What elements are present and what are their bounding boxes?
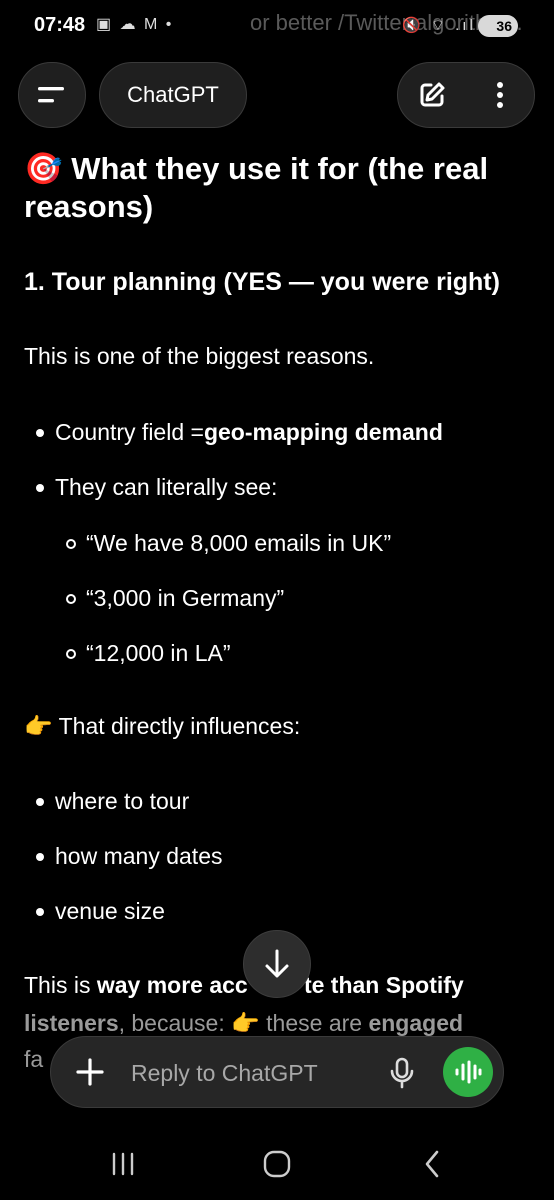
closing-bold: te than Spotify [303,972,464,998]
sub-list-item: “3,000 in Germany” [66,585,284,612]
attach-button[interactable] [73,1055,107,1089]
list-item-text: venue size [55,898,165,924]
recent-apps-button[interactable] [93,1144,153,1184]
closing-text: these are [259,1010,369,1036]
edit-icon [420,82,445,107]
voice-mode-button[interactable] [443,1047,493,1097]
new-chat-button[interactable] [407,70,457,120]
model-selector[interactable]: ChatGPT [99,62,247,128]
bullet-icon [36,428,44,437]
list-item-text: They can literally see: [55,474,278,500]
sub-bullet-icon [66,538,76,549]
influence-text: That directly influences: [52,713,301,739]
bullet-icon [36,483,44,492]
list-item: venue size [36,898,165,925]
sub-list-item-text: “We have 8,000 emails in UK” [86,530,392,556]
sub-bullet-icon [66,593,76,604]
arrow-down-icon [265,949,289,978]
system-navigation-bar [0,1130,554,1200]
closing-paragraph-line1: This is way more accuratete than Spotify [24,972,464,999]
more-vertical-icon [497,82,503,108]
menu-button[interactable] [18,62,86,128]
list-item-text: where to tour [55,788,190,814]
battery-level: 36 [496,18,512,34]
app-title: ChatGPT [127,82,219,107]
list-item: how many dates [36,843,222,870]
signal-icons: 🔇 ⌔ .ıl [402,17,476,34]
closing-text: , because: [118,1010,232,1036]
plus-icon [76,1058,104,1086]
closing-bold: engaged [368,1010,464,1036]
subsection-title: 1. Tour planning (YES — you were right) [24,268,500,296]
list-item-text: Country field = [55,419,204,445]
section-heading: 🎯 What they use it for (the real reasons… [24,150,536,226]
closing-paragraph-line3: fa [24,1046,44,1072]
home-button[interactable] [247,1144,307,1184]
microphone-icon [390,1057,414,1089]
recent-apps-icon [112,1152,134,1176]
sub-list-item-text: “3,000 in Germany” [86,585,285,611]
intro-paragraph: This is one of the biggest reasons. [24,343,375,369]
sub-bullet-icon [66,648,76,659]
bullet-icon [36,797,44,806]
composer [50,1036,504,1108]
list-item: Country field = geo-mapping demand [36,419,443,446]
closing-bold: way more acc [96,972,248,998]
more-options-button[interactable] [475,70,525,120]
notification-icons: ▣ ☁ M • [96,16,174,33]
status-bar: or better /Twitter algorithms. 07:48 ▣ ☁… [0,0,554,52]
bullet-icon [36,852,44,861]
back-button[interactable] [402,1144,462,1184]
closing-text: This is [24,972,97,998]
clock: 07:48 [34,14,86,36]
sub-list-item: “We have 8,000 emails in UK” [66,530,391,557]
dictation-button[interactable] [385,1055,419,1091]
influence-line: 👉 That directly influences: [24,713,300,740]
bullet-icon [36,907,44,916]
list-item-bold: geo-mapping demand [203,419,443,445]
target-emoji-icon: 🎯 [24,151,63,186]
pointing-hand-icon: 👉 [231,1010,260,1036]
menu-icon [38,87,64,103]
scroll-to-bottom-button[interactable] [243,930,311,998]
sub-list-item: “12,000 in LA” [66,640,230,667]
voice-waveform-icon [455,1060,482,1084]
home-icon [263,1150,291,1178]
list-item: They can literally see: [36,474,277,501]
assistant-message: 🎯 What they use it for (the real reasons… [24,150,536,226]
list-item: where to tour [36,788,189,815]
list-item-text: how many dates [55,843,223,869]
message-input[interactable] [129,1051,373,1095]
closing-bold: listeners [24,1010,119,1036]
battery-icon: 36 [478,15,518,37]
header-actions [397,62,535,128]
closing-paragraph-line2: listeners, because: 👉 these are engaged [24,1010,463,1037]
pointing-hand-icon: 👉 [24,713,53,739]
sub-list-item-text: “12,000 in LA” [86,640,231,666]
heading-text: What they use it for (the real reasons) [24,151,489,224]
back-chevron-icon [425,1150,439,1178]
